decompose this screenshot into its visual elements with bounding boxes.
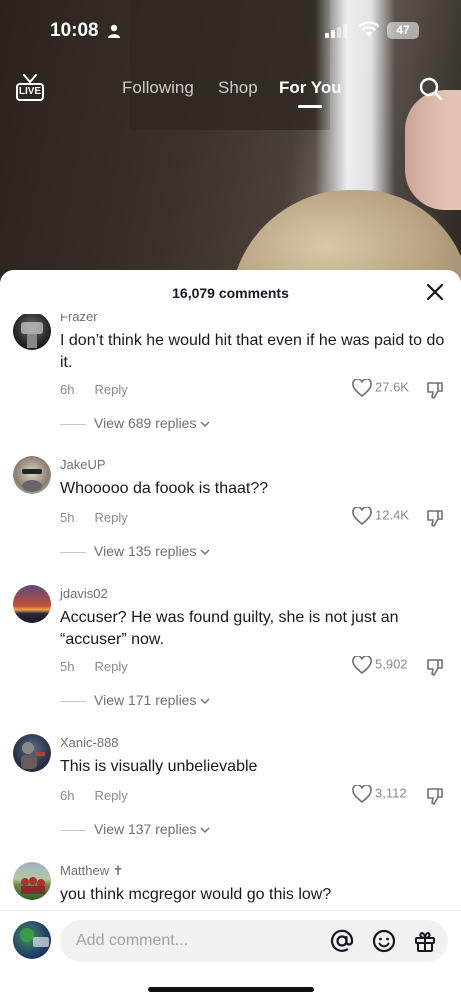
search-icon[interactable] [418,76,444,102]
avatar-image [20,928,49,947]
avatar-image [22,469,42,492]
comment-username[interactable]: Matthew ✝ [60,863,124,879]
battery-indicator: 47 [387,22,419,39]
status-bar: 10:08 47 [0,0,461,60]
reply-button[interactable]: Reply [94,382,127,397]
heart-icon [352,655,372,675]
comment-age: 5h [60,510,75,525]
chevron-down-icon [200,698,210,704]
comments-header: 16,079 comments [0,270,461,314]
like-button[interactable]: 12.4K [352,506,409,526]
reply-button[interactable]: Reply [94,788,127,803]
like-button[interactable]: 3,112 [352,784,407,804]
avatar-image [21,742,45,769]
wifi-icon [358,21,380,37]
comment-meta: 5h Reply [60,659,128,674]
mention-icon[interactable] [330,929,354,953]
emoji-icon[interactable] [372,929,396,953]
avatar[interactable] [13,585,51,623]
active-tab-indicator [298,105,322,108]
dislike-icon[interactable] [425,786,445,806]
heart-icon [352,378,372,398]
person-icon [108,24,120,38]
view-replies-button[interactable]: View 689 replies [60,415,210,431]
like-button[interactable]: 5,902 [352,655,408,675]
view-replies-label: View 689 replies [94,415,197,431]
view-replies-button[interactable]: View 171 replies [60,692,210,708]
comment-text: Whooooo da foook is thaat?? [60,480,269,497]
view-replies-button[interactable]: View 135 replies [60,543,210,559]
comment-text: I don’t think he would hit that even if … [60,332,445,371]
chevron-down-icon [200,827,210,833]
comment-meta: 6h Reply [60,382,128,397]
close-icon[interactable] [425,282,445,302]
top-nav: LIVE Following Shop For You [0,70,461,110]
like-count: 3,112 [375,785,407,801]
divider [60,423,86,425]
cellular-signal-icon [325,24,347,38]
view-replies-button[interactable]: View 137 replies [60,821,210,837]
comment-meta: 5h Reply [60,510,128,525]
tab-for-you[interactable]: For You [279,78,342,98]
reply-button[interactable]: Reply [94,659,127,674]
view-replies-label: View 135 replies [94,543,197,559]
live-button[interactable]: LIVE [16,74,46,102]
divider [60,551,86,553]
avatar[interactable] [13,862,51,900]
avatar[interactable] [13,456,51,494]
comment-composer [0,910,461,1000]
like-count: 5,902 [375,656,408,672]
comments-count-title: 16,079 comments [172,285,289,301]
avatar[interactable] [13,734,51,772]
dislike-icon[interactable] [425,657,445,677]
dislike-icon[interactable] [425,508,445,528]
avatar-image [21,877,45,894]
heart-icon [352,784,372,804]
avatar[interactable] [13,921,51,959]
live-label: LIVE [16,83,44,101]
comment-username[interactable]: jdavis02 [60,586,108,601]
heart-icon [352,506,372,526]
comment-meta: 6h Reply [60,788,128,803]
comments-sheet: Frazer I don’t think he would hit that e… [0,270,461,1000]
view-replies-label: View 171 replies [94,692,197,708]
comment-age: 5h [60,659,75,674]
comment-text: you think mcgregor would go this low? [60,886,332,903]
avatar[interactable] [13,312,51,350]
home-indicator [148,987,314,992]
divider [60,700,86,702]
comment-input[interactable] [76,920,326,962]
like-count: 12.4K [375,507,409,523]
chevron-down-icon [200,421,210,427]
comment-text: Accuser? He was found guilty, she is not… [60,609,399,648]
status-time: 10:08 [50,20,99,41]
comment-age: 6h [60,382,75,397]
dislike-icon[interactable] [425,380,445,400]
divider [60,829,86,831]
chevron-down-icon [200,549,210,555]
tab-shop[interactable]: Shop [218,78,258,98]
comment-username[interactable]: JakeUP [60,457,106,472]
like-button[interactable]: 27.6K [352,378,409,398]
comment-input-box[interactable] [60,920,448,962]
avatar-image [21,322,43,348]
comment-text: This is visually unbelievable [60,758,258,775]
comment-age: 6h [60,788,75,803]
gift-icon[interactable] [413,929,437,953]
comment-username[interactable]: Xanic-888 [60,735,119,750]
tab-following[interactable]: Following [122,78,194,98]
view-replies-label: View 137 replies [94,821,197,837]
like-count: 27.6K [375,379,409,395]
reply-button[interactable]: Reply [94,510,127,525]
